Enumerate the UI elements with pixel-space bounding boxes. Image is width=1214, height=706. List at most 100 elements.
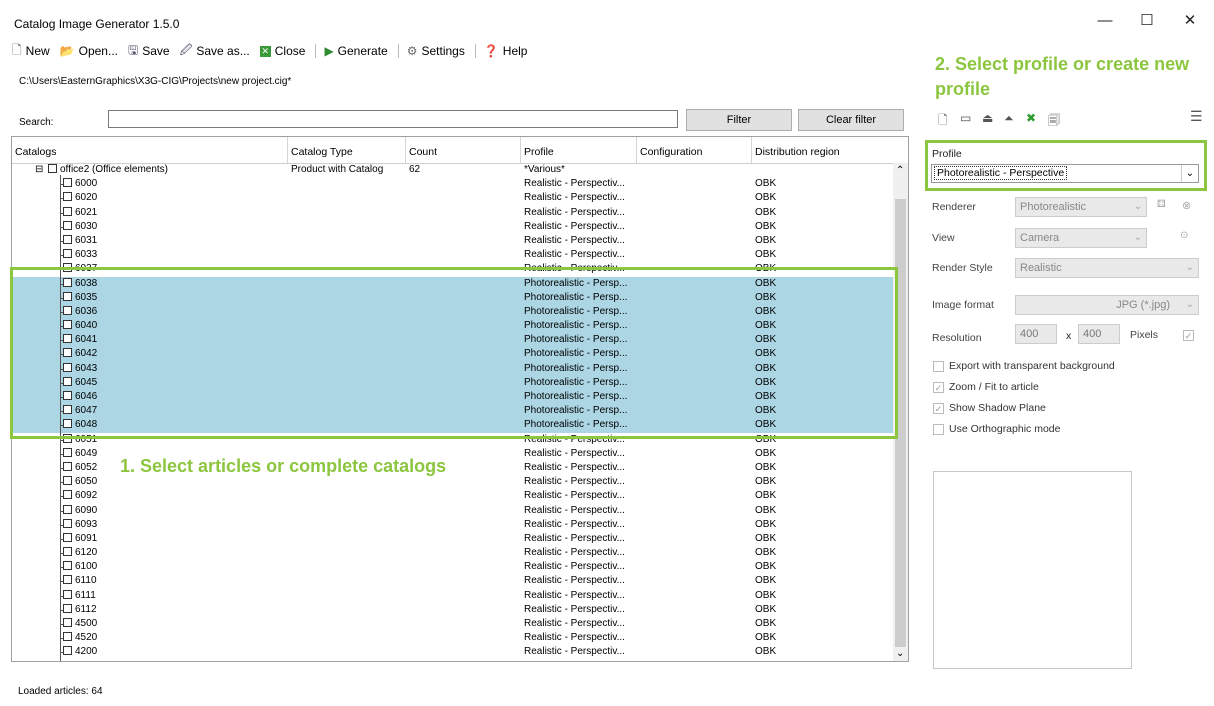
- save-button[interactable]: 🖫 Save: [128, 41, 170, 62]
- table-row[interactable]: 6090 Realistic - Perspectiv... OBK: [12, 504, 894, 518]
- resolution-width-input[interactable]: 400: [1015, 324, 1057, 344]
- render-style-select[interactable]: Realistic ⌄: [1015, 258, 1199, 278]
- chevron-down-icon[interactable]: ⌄: [1181, 165, 1198, 182]
- profile-select[interactable]: Photorealistic - Perspective ⌄: [931, 164, 1199, 183]
- chevron-down-icon: ⌄: [1185, 262, 1194, 273]
- checkbox-icon[interactable]: [63, 476, 72, 486]
- import-profile-icon[interactable]: ⏏: [982, 111, 1004, 132]
- table-row[interactable]: 6112 Realistic - Perspectiv... OBK: [12, 603, 894, 617]
- table-row[interactable]: 6111 Realistic - Perspectiv... OBK: [12, 589, 894, 603]
- expand-collapse-icon[interactable]: ⊟: [35, 163, 43, 177]
- article-label: 6033: [75, 249, 98, 261]
- checkbox-icon[interactable]: [48, 164, 57, 173]
- checkbox-icon[interactable]: [63, 504, 72, 514]
- checkbox-icon[interactable]: [63, 646, 72, 656]
- checkbox-icon[interactable]: [63, 532, 72, 542]
- maximize-button[interactable]: ☐: [1132, 10, 1162, 32]
- column-header-distribution-region[interactable]: Distribution region: [752, 137, 894, 163]
- table-row[interactable]: 6031 Realistic - Perspectiv... OBK: [12, 234, 894, 248]
- checkbox-icon[interactable]: [63, 660, 72, 661]
- column-header-configuration[interactable]: Configuration: [637, 137, 752, 163]
- close-window-button[interactable]: ✕: [1175, 10, 1205, 32]
- table-row[interactable]: 6110 Realistic - Perspectiv... OBK: [12, 574, 894, 588]
- checkbox-icon[interactable]: [63, 192, 72, 202]
- option-checkbox-row[interactable]: ✓ Zoom / Fit to article: [933, 381, 1115, 393]
- checkbox-icon[interactable]: [63, 461, 72, 471]
- table-row[interactable]: 6093 Realistic - Perspectiv... OBK: [12, 518, 894, 532]
- settings-button[interactable]: ⚙ Settings: [407, 44, 465, 58]
- checkbox-icon[interactable]: [63, 589, 72, 599]
- resolution-height-input[interactable]: 400: [1078, 324, 1120, 344]
- close-button[interactable]: ✕ Close: [259, 44, 305, 58]
- table-row[interactable]: 6100 Realistic - Perspectiv... OBK: [12, 560, 894, 574]
- checkbox-icon[interactable]: [63, 490, 72, 500]
- scroll-up-icon[interactable]: ⌃: [896, 165, 904, 176]
- checkbox-icon[interactable]: [933, 360, 944, 372]
- column-header-profile[interactable]: Profile: [521, 137, 637, 163]
- renderer-clear-icon[interactable]: ⊗: [1182, 199, 1191, 212]
- table-row[interactable]: 6033 Realistic - Perspectiv... OBK: [12, 248, 894, 262]
- option-checkbox-row[interactable]: Export with transparent background: [933, 360, 1115, 372]
- table-row[interactable]: 4520 Realistic - Perspectiv... OBK: [12, 631, 894, 645]
- checkbox-icon[interactable]: [63, 447, 72, 457]
- table-row[interactable]: 6050 Realistic - Perspectiv... OBK: [12, 475, 894, 489]
- article-label: 6049: [75, 447, 98, 459]
- table-row[interactable]: 6020 Realistic - Perspectiv... OBK: [12, 191, 894, 205]
- camera-icon[interactable]: ⊙: [1180, 230, 1188, 241]
- column-header-catalog-type[interactable]: Catalog Type: [288, 137, 406, 163]
- menu-icon[interactable]: ☰: [1190, 108, 1203, 125]
- scroll-down-icon[interactable]: ⌄: [896, 648, 904, 659]
- article-region: OBK: [755, 603, 777, 615]
- checkbox-icon[interactable]: ✓: [933, 381, 944, 393]
- resolution-lock-checkbox[interactable]: ✓: [1183, 330, 1194, 341]
- new-button[interactable]: 🗋 New: [12, 41, 50, 62]
- checkbox-icon[interactable]: [63, 206, 72, 216]
- checkbox-icon[interactable]: [63, 561, 72, 571]
- checkbox-icon[interactable]: [63, 575, 72, 585]
- image-format-select[interactable]: JPG (*.jpg) ⌄: [1015, 295, 1199, 315]
- checkbox-icon[interactable]: [933, 423, 944, 435]
- checkbox-icon[interactable]: [63, 632, 72, 642]
- checkbox-icon[interactable]: ✓: [933, 402, 944, 414]
- table-row[interactable]: 4210 Realistic - Perspectiv... OBK: [12, 660, 894, 661]
- option-checkbox-row[interactable]: ✓ Show Shadow Plane: [933, 402, 1115, 414]
- renderer-select[interactable]: Photorealistic ⌄: [1015, 197, 1147, 217]
- column-header-count[interactable]: Count: [406, 137, 521, 163]
- open-button[interactable]: 📂 Open...: [60, 44, 118, 58]
- checkbox-icon[interactable]: [63, 518, 72, 528]
- generate-button[interactable]: ▶ Generate: [324, 44, 387, 58]
- checkbox-icon[interactable]: [63, 618, 72, 627]
- delete-profile-icon[interactable]: ✖: [1026, 111, 1048, 132]
- column-header-catalogs[interactable]: Catalogs: [12, 137, 288, 163]
- table-row[interactable]: 6092 Realistic - Perspectiv... OBK: [12, 489, 894, 503]
- table-row[interactable]: 4200 Realistic - Perspectiv... OBK: [12, 645, 894, 659]
- copy-profile-icon[interactable]: 🗐: [1048, 111, 1070, 132]
- checkbox-icon[interactable]: [63, 547, 72, 557]
- view-select[interactable]: Camera ⌄: [1015, 228, 1147, 248]
- search-input[interactable]: [108, 110, 678, 128]
- table-row[interactable]: 6120 Realistic - Perspectiv... OBK: [12, 546, 894, 560]
- close-icon: ✕: [259, 45, 271, 57]
- clear-filter-button[interactable]: Clear filter: [798, 109, 904, 131]
- checkbox-icon[interactable]: [63, 220, 72, 230]
- renderer-settings-icon[interactable]: ⚃: [1157, 199, 1166, 210]
- minimize-button[interactable]: —: [1090, 10, 1120, 32]
- table-row[interactable]: 6000 Realistic - Perspectiv... OBK: [12, 177, 894, 191]
- article-label: 6092: [75, 490, 98, 502]
- checkbox-icon[interactable]: [63, 603, 72, 613]
- table-row[interactable]: 6021 Realistic - Perspectiv... OBK: [12, 206, 894, 220]
- filter-button[interactable]: Filter: [686, 109, 792, 131]
- table-row[interactable]: 6030 Realistic - Perspectiv... OBK: [12, 220, 894, 234]
- checkbox-icon[interactable]: [63, 234, 72, 244]
- help-button[interactable]: ❓ Help: [484, 44, 528, 58]
- new-profile-icon[interactable]: 🗋: [938, 111, 960, 132]
- rename-profile-icon[interactable]: ▭: [960, 111, 982, 132]
- table-row[interactable]: 6091 Realistic - Perspectiv... OBK: [12, 532, 894, 546]
- export-profile-icon[interactable]: ⏶: [1004, 111, 1026, 132]
- checkbox-icon[interactable]: [63, 249, 72, 259]
- checkbox-icon[interactable]: [63, 178, 72, 188]
- save-as-button[interactable]: 🖉 Save as...: [180, 41, 250, 62]
- option-checkbox-row[interactable]: Use Orthographic mode: [933, 423, 1115, 435]
- table-row[interactable]: 4500 Realistic - Perspectiv... OBK: [12, 617, 894, 631]
- table-row-root[interactable]: ⊟ office2 (Office elements) Product with…: [12, 163, 894, 177]
